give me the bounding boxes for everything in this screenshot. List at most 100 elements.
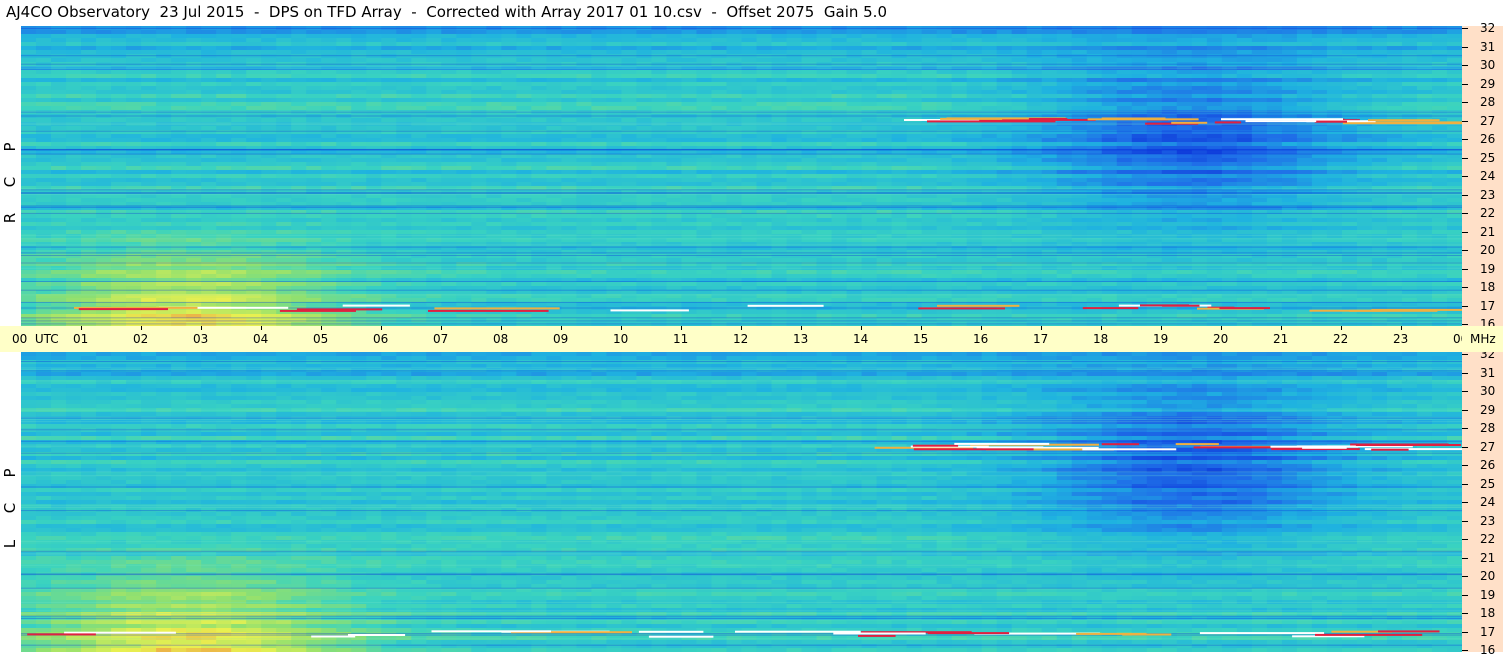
heatmap-cell [1431,42,1448,47]
heatmap-cell [936,222,953,227]
heatmap-cell [756,74,773,79]
heatmap-cell [711,138,728,143]
heatmap-cell [336,166,352,171]
heatmap-cell [51,98,67,103]
heatmap-cell [561,158,577,163]
heatmap-cell [531,86,547,91]
heatmap-cell [366,230,382,235]
heatmap-cell [501,174,517,179]
heatmap-cell [1026,178,1043,183]
heatmap-cell [681,90,698,95]
heatmap-cell [1116,38,1133,43]
heatmap-cell [321,98,337,103]
heatmap-cell [1161,30,1178,35]
heatmap-cell [546,130,562,135]
heatmap-cell [531,166,547,171]
heatmap-cell [906,230,923,235]
heatmap-cell [531,226,547,231]
heatmap-cell [1311,222,1328,227]
heatmap-cell [801,54,818,59]
heatmap-cell [1386,226,1403,231]
heatmap-cell [501,130,517,135]
heatmap-cell [921,30,938,35]
heatmap-cell [876,178,893,183]
heatmap-cell [276,70,292,75]
heatmap-cell [1116,50,1133,55]
heatmap-cell [1281,86,1298,91]
heatmap-cell [1371,178,1388,183]
heatmap-cell [171,58,187,63]
heatmap-cell [486,118,502,123]
heatmap-cell [276,138,292,143]
heatmap-cell [111,78,127,83]
heatmap-cell [1341,102,1358,107]
heatmap-cell [111,30,127,35]
heatmap-cell [1296,90,1313,95]
heatmap-cell [51,106,67,111]
heatmap-cell [966,182,983,187]
heatmap-cell [1146,218,1163,223]
heatmap-cell [501,118,517,123]
heatmap-cell [351,58,367,63]
heatmap-cell [411,94,427,99]
heatmap-cell [381,174,397,179]
heatmap-cell [261,214,277,219]
heatmap-cell [516,226,532,231]
heatmap-cell [96,210,112,215]
heatmap-cell [171,178,187,183]
heatmap-cell [501,218,517,223]
heatmap-cell [1041,78,1058,83]
heatmap-cell [1086,74,1103,79]
heatmap-cell [1236,130,1253,135]
heatmap-cell [381,130,397,135]
heatmap-cell [291,42,307,47]
heatmap-cell [171,170,187,175]
heatmap-cell [51,50,67,55]
heatmap-cell [1041,98,1058,103]
heatmap-cell [1221,42,1238,47]
heatmap-cell [1116,102,1133,107]
heatmap-cell [486,78,502,83]
heatmap-cell [426,206,442,211]
heatmap-cell [486,46,502,51]
heatmap-cell [1296,50,1313,55]
heatmap-cell [1131,222,1148,227]
heatmap-cell [906,90,923,95]
heatmap-cell [1356,134,1373,139]
heatmap-cell [651,50,668,55]
heatmap-cell [726,90,743,95]
heatmap-cell [126,46,142,51]
heatmap-cell [501,34,517,39]
heatmap-cell [591,226,608,231]
heatmap-cell [411,74,427,79]
heatmap-cell [21,46,37,51]
heatmap-cell [771,214,788,219]
heatmap-cell [111,226,127,231]
heatmap-cell [396,70,412,75]
heatmap-cell [141,34,157,39]
heatmap-cell [1446,58,1462,63]
heatmap-cell [1281,222,1298,227]
heatmap-cell [351,82,367,87]
heatmap-cell [306,226,322,231]
heatmap-cell [246,118,262,123]
heatmap-cell [171,142,187,147]
heatmap-cell [981,70,998,75]
heatmap-cell [666,130,683,135]
heatmap-cell [606,182,623,187]
heatmap-cell [771,50,788,55]
heatmap-cell [426,154,442,159]
heatmap-cell [186,198,202,203]
heatmap-cell [1446,162,1462,167]
heatmap-cell [906,214,923,219]
heatmap-cell [1146,58,1163,63]
heatmap-cell [216,130,232,135]
heatmap-cell [1011,78,1028,83]
heatmap-cell [306,198,322,203]
heatmap-cell [771,134,788,139]
heatmap-cell [291,182,307,187]
heatmap-cell [1296,226,1313,231]
heatmap-cell [426,130,442,135]
heatmap-cell [246,174,262,179]
heatmap-cell [636,90,653,95]
